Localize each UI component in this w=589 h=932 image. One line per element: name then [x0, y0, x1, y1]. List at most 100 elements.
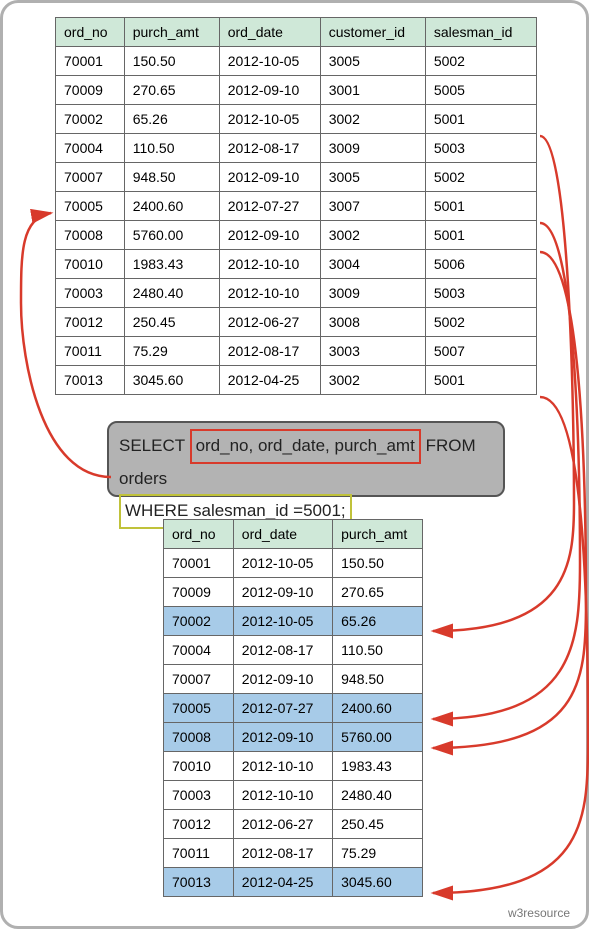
cell: 2012-09-10 — [233, 578, 332, 607]
cell: 75.29 — [333, 839, 423, 868]
cell: 250.45 — [124, 308, 219, 337]
table-row: 700085760.002012-09-1030025001 — [56, 221, 537, 250]
cell: 2012-09-10 — [219, 76, 320, 105]
table-row: 7001175.292012-08-1730035007 — [56, 337, 537, 366]
table-row: 700032012-10-102480.40 — [164, 781, 423, 810]
cell: 70002 — [56, 105, 125, 134]
cell: 2012-04-25 — [233, 868, 332, 897]
cell: 270.65 — [333, 578, 423, 607]
cell: 2012-09-10 — [219, 163, 320, 192]
table-row: 70001150.502012-10-0530055002 — [56, 47, 537, 76]
cell: 948.50 — [124, 163, 219, 192]
cell: 2400.60 — [333, 694, 423, 723]
table-row: 700052012-07-272400.60 — [164, 694, 423, 723]
cell: 70003 — [56, 279, 125, 308]
cell: 250.45 — [333, 810, 423, 839]
cell: 70005 — [56, 192, 125, 221]
cell: 2012-08-17 — [233, 636, 332, 665]
source-orders-table: ord_no purch_amt ord_date customer_id sa… — [55, 17, 537, 395]
cell: 2012-10-10 — [219, 279, 320, 308]
query-line-1: SELECT ord_no, ord_date, purch_amt FROM … — [119, 429, 493, 494]
cell: 5001 — [425, 105, 536, 134]
cell: 2012-09-10 — [233, 723, 332, 752]
cell: 3002 — [320, 221, 425, 250]
table-row: 700102012-10-101983.43 — [164, 752, 423, 781]
cell: 70010 — [56, 250, 125, 279]
cell: 5001 — [425, 192, 536, 221]
cell: 150.50 — [333, 549, 423, 578]
select-columns: ord_no, ord_date, purch_amt — [190, 429, 421, 464]
cell: 5760.00 — [124, 221, 219, 250]
cell: 2012-06-27 — [233, 810, 332, 839]
table-row: 700042012-08-17110.50 — [164, 636, 423, 665]
cell: 70007 — [56, 163, 125, 192]
cell: 3001 — [320, 76, 425, 105]
table-row: 700133045.602012-04-2530025001 — [56, 366, 537, 395]
cell: 70012 — [56, 308, 125, 337]
cell: 2012-10-10 — [233, 752, 332, 781]
cell: 5007 — [425, 337, 536, 366]
table-name: orders — [119, 469, 167, 488]
table-row: 7000265.262012-10-0530025001 — [56, 105, 537, 134]
cell: 5002 — [425, 163, 536, 192]
cell: 2012-07-27 — [219, 192, 320, 221]
table-row: 700092012-09-10270.65 — [164, 578, 423, 607]
cell: 70009 — [56, 76, 125, 105]
table-header-row: ord_no purch_amt ord_date customer_id sa… — [56, 18, 537, 47]
table-row: 700072012-09-10948.50 — [164, 665, 423, 694]
table-row: 70004110.502012-08-1730095003 — [56, 134, 537, 163]
cell: 110.50 — [124, 134, 219, 163]
cell: 2012-07-27 — [233, 694, 332, 723]
cell: 1983.43 — [124, 250, 219, 279]
table-row: 70009270.652012-09-1030015005 — [56, 76, 537, 105]
cell: 70011 — [56, 337, 125, 366]
cell: 5002 — [425, 308, 536, 337]
cell: 110.50 — [333, 636, 423, 665]
cell: 70013 — [164, 868, 234, 897]
cell: 3045.60 — [124, 366, 219, 395]
cell: 70013 — [56, 366, 125, 395]
col-ord-date: ord_date — [219, 18, 320, 47]
table-row: 700132012-04-253045.60 — [164, 868, 423, 897]
cell: 70003 — [164, 781, 234, 810]
cell: 5003 — [425, 279, 536, 308]
cell: 70004 — [164, 636, 234, 665]
table-row: 700012012-10-05150.50 — [164, 549, 423, 578]
cell: 2012-10-05 — [219, 47, 320, 76]
cell: 70005 — [164, 694, 234, 723]
cell: 70012 — [164, 810, 234, 839]
diagram-canvas: ord_no purch_amt ord_date customer_id sa… — [0, 0, 589, 929]
cell: 5006 — [425, 250, 536, 279]
cell: 2012-10-05 — [233, 549, 332, 578]
cell: 3007 — [320, 192, 425, 221]
cell: 65.26 — [333, 607, 423, 636]
cell: 2012-08-17 — [233, 839, 332, 868]
cell: 2400.60 — [124, 192, 219, 221]
cell: 70010 — [164, 752, 234, 781]
cell: 3009 — [320, 134, 425, 163]
table-row: 700022012-10-0565.26 — [164, 607, 423, 636]
cell: 2480.40 — [124, 279, 219, 308]
table-row: 700052400.602012-07-2730075001 — [56, 192, 537, 221]
cell: 5005 — [425, 76, 536, 105]
cell: 75.29 — [124, 337, 219, 366]
col-ord-no: ord_no — [56, 18, 125, 47]
footer-credit: w3resource — [508, 906, 570, 920]
col-purch-amt: purch_amt — [124, 18, 219, 47]
result-table: ord_no ord_date purch_amt 700012012-10-0… — [163, 519, 423, 897]
kw-select: SELECT — [119, 436, 185, 455]
cell: 3003 — [320, 337, 425, 366]
cell: 1983.43 — [333, 752, 423, 781]
cell: 3045.60 — [333, 868, 423, 897]
table-row: 70012250.452012-06-2730085002 — [56, 308, 537, 337]
col-ord-no: ord_no — [164, 520, 234, 549]
col-salesman-id: salesman_id — [425, 18, 536, 47]
cell: 3005 — [320, 163, 425, 192]
cell: 70007 — [164, 665, 234, 694]
table-row: 700112012-08-1775.29 — [164, 839, 423, 868]
table-row: 700122012-06-27250.45 — [164, 810, 423, 839]
cell: 2012-08-17 — [219, 337, 320, 366]
cell: 5001 — [425, 366, 536, 395]
cell: 70002 — [164, 607, 234, 636]
table-row: 70007948.502012-09-1030055002 — [56, 163, 537, 192]
